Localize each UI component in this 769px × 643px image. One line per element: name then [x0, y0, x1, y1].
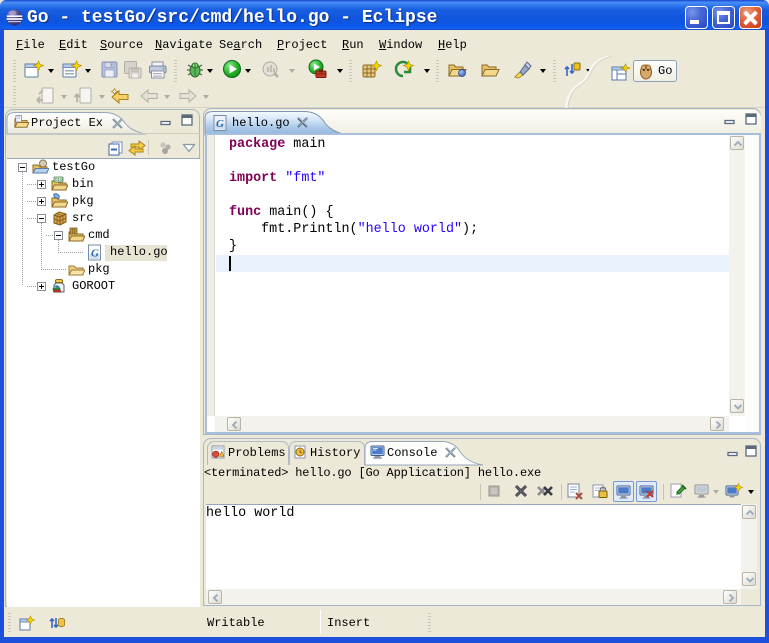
svg-text:G: G: [91, 248, 99, 260]
svg-text:G: G: [216, 118, 224, 130]
svg-text:010: 010: [55, 177, 63, 182]
